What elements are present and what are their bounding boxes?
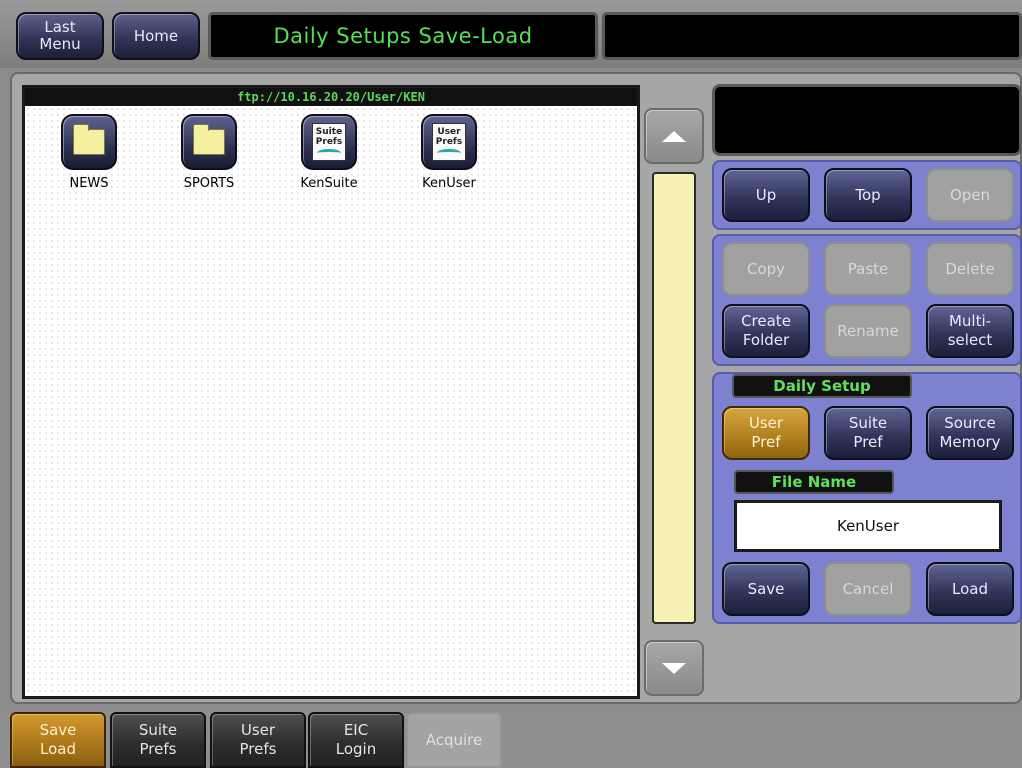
source-memory-button[interactable]: Source Memory [926, 406, 1014, 460]
tab-user-prefs[interactable]: User Prefs [210, 712, 306, 768]
file-item-label: KenUser [422, 176, 476, 191]
tab-suite-prefs[interactable]: Suite Prefs [110, 712, 206, 768]
file-item-kensuite[interactable]: Suite Prefs KenSuite [284, 114, 374, 214]
file-item-label: SPORTS [183, 176, 235, 191]
rename-button[interactable]: Rename [824, 304, 912, 358]
delete-button[interactable]: Delete [926, 242, 1014, 296]
save-button[interactable]: Save [722, 562, 810, 616]
file-name-field[interactable]: KenUser [734, 500, 1002, 552]
file-item-news[interactable]: NEWS [44, 114, 134, 214]
status-display [712, 84, 1022, 156]
file-name-label: File Name [734, 470, 894, 494]
up-button[interactable]: Up [722, 168, 810, 222]
cancel-button[interactable]: Cancel [824, 562, 912, 616]
create-folder-button[interactable]: Create Folder [722, 304, 810, 358]
home-button[interactable]: Home [112, 12, 200, 60]
arrow-up-icon [662, 130, 686, 142]
paste-button[interactable]: Paste [824, 242, 912, 296]
scroll-down-button[interactable] [644, 640, 704, 696]
file-item-label: KenSuite [300, 176, 358, 191]
tab-eic-login[interactable]: EIC Login [308, 712, 404, 768]
file-item-label: NEWS [69, 176, 109, 191]
user-pref-button[interactable]: User Pref [722, 406, 810, 460]
copy-button[interactable]: Copy [722, 242, 810, 296]
scroll-up-button[interactable] [644, 108, 704, 164]
suite-prefs-file-icon: Suite Prefs [301, 114, 357, 170]
folder-icon [61, 114, 117, 170]
multiselect-button[interactable]: Multi- select [926, 304, 1014, 358]
arrow-down-icon [662, 662, 686, 674]
secondary-display [602, 12, 1022, 60]
daily-setup-label: Daily Setup [732, 374, 912, 398]
file-item-sports[interactable]: SPORTS [164, 114, 254, 214]
tab-save-load[interactable]: Save Load [10, 712, 106, 768]
tab-acquire[interactable]: Acquire [406, 712, 502, 768]
user-prefs-file-icon: User Prefs [421, 114, 477, 170]
load-button[interactable]: Load [926, 562, 1014, 616]
page-title: Daily Setups Save-Load [208, 12, 598, 60]
open-button[interactable]: Open [926, 168, 1014, 222]
last-menu-button[interactable]: Last Menu [16, 12, 104, 60]
path-bar: ftp://10.16.20.20/User/KEN [25, 88, 637, 106]
suite-pref-button[interactable]: Suite Pref [824, 406, 912, 460]
scroll-track[interactable] [652, 172, 696, 624]
file-item-kenuser[interactable]: User Prefs KenUser [404, 114, 494, 214]
top-button[interactable]: Top [824, 168, 912, 222]
folder-icon [181, 114, 237, 170]
file-browser[interactable]: ftp://10.16.20.20/User/KEN NEWS SPORTS S… [22, 85, 640, 699]
